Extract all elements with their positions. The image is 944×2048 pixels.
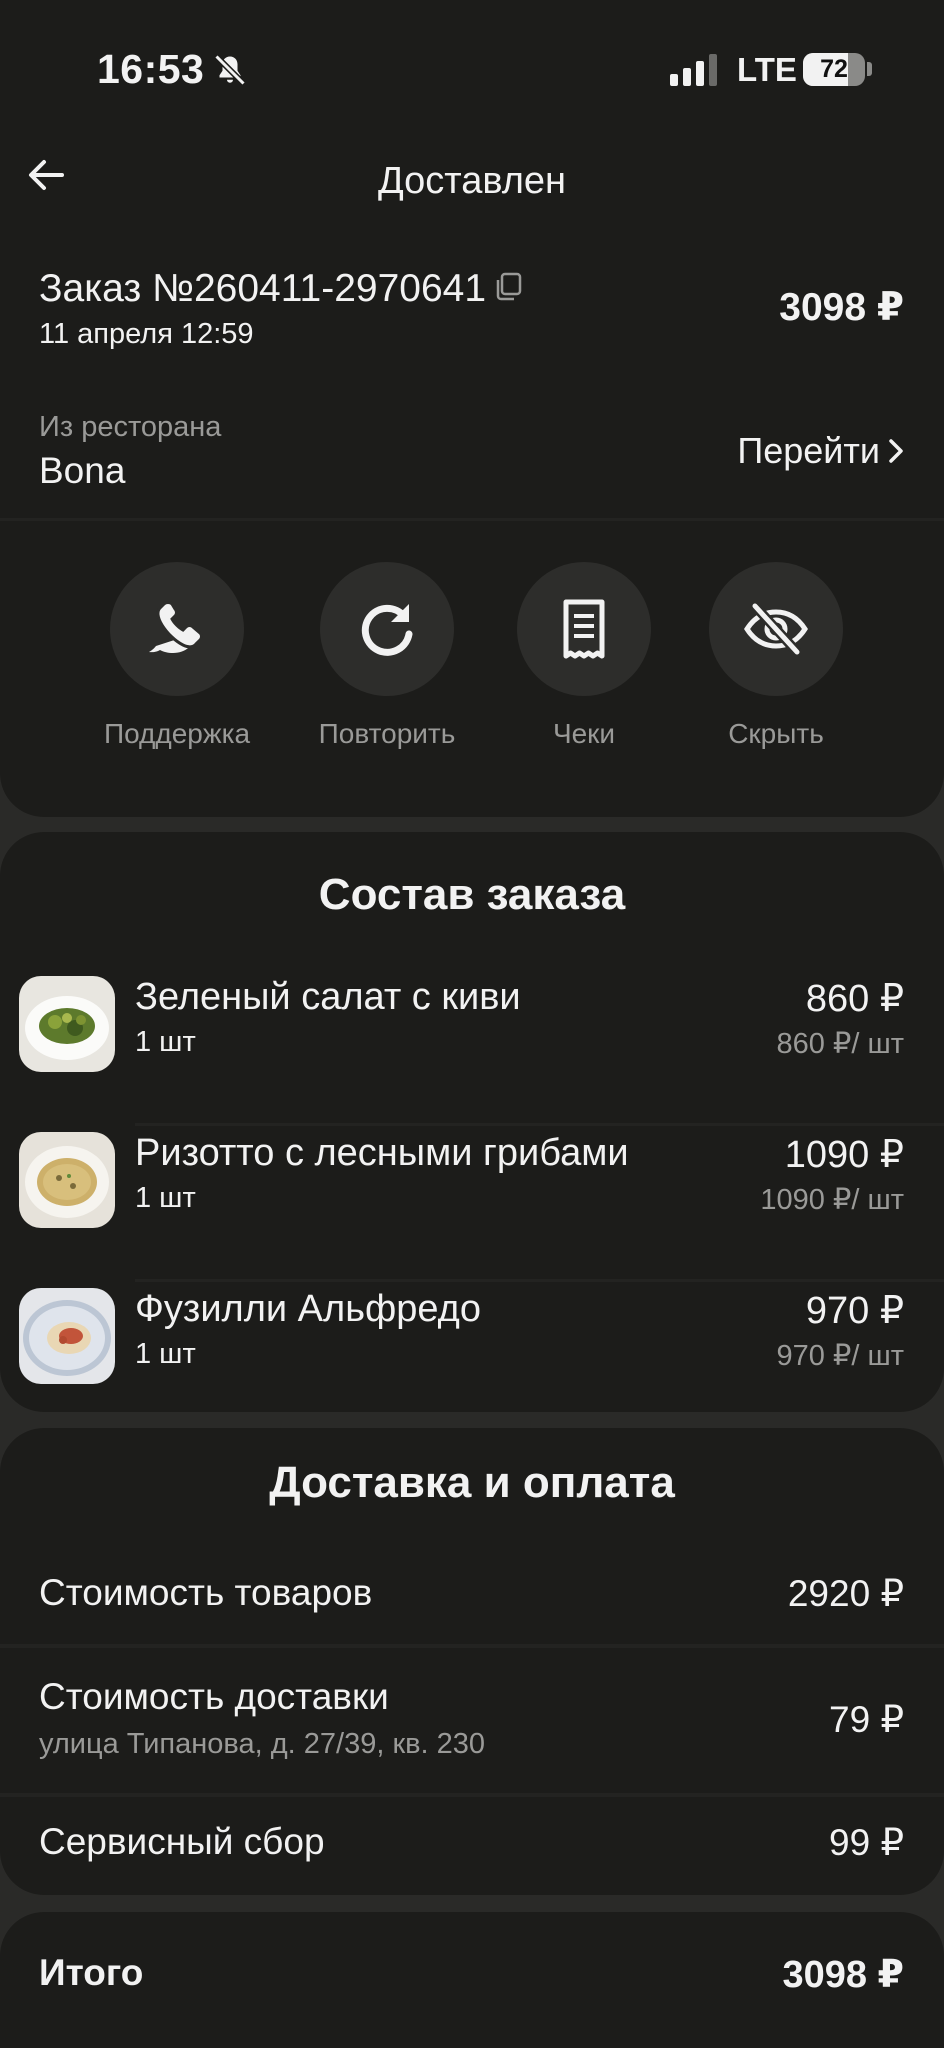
eye-off-icon xyxy=(744,602,808,656)
support-button[interactable]: Поддержка xyxy=(87,562,267,750)
service-fee-label: Сервисный сбор xyxy=(39,1821,325,1862)
receipts-label: Чеки xyxy=(552,718,616,749)
go-link-label: Перейти xyxy=(737,430,880,471)
repeat-icon xyxy=(361,604,413,656)
item-quantity: 1 шт xyxy=(135,1182,196,1214)
order-items-panel: Состав заказа Зеленый салат с киви 1 шт … xyxy=(0,832,944,1412)
total-value: 3098 ₽ xyxy=(782,1954,904,1996)
receipts-button[interactable]: Чеки xyxy=(494,562,674,750)
support-label: Поддержка xyxy=(103,718,251,749)
delivery-cost-value: 79 ₽ xyxy=(829,1699,904,1740)
receipt-icon xyxy=(563,599,605,659)
row-divider xyxy=(135,1123,944,1126)
salad-thumbnail xyxy=(19,976,115,1072)
delivery-payment-panel: Доставка и оплата Стоимость товаров 2920… xyxy=(0,1428,944,1895)
item-price: 970 ₽ xyxy=(805,1290,904,1332)
status-time: 16:53 xyxy=(97,46,205,92)
repeat-order-button[interactable]: Повторить xyxy=(297,562,477,750)
list-item[interactable]: Зеленый салат с киви 1 шт 860 ₽ 860 ₽/ ш… xyxy=(0,976,944,1126)
bell-muted-icon xyxy=(214,54,246,86)
row-divider xyxy=(0,1644,944,1648)
row-divider xyxy=(0,1793,944,1797)
list-item[interactable]: Ризотто с лесными грибами 1 шт 1090 ₽ 10… xyxy=(0,1132,944,1282)
item-unit-price: 1090 ₽/ шт xyxy=(760,1184,904,1216)
total-label: Итого xyxy=(39,1952,144,1993)
phone-chat-icon xyxy=(149,601,203,653)
chevron-right-icon xyxy=(889,439,903,463)
battery-level: 72 xyxy=(820,55,848,83)
repeat-label: Повторить xyxy=(318,718,456,749)
hide-button-circle xyxy=(709,562,843,696)
page-title: Доставлен xyxy=(377,160,566,202)
restaurant-label: Из ресторана xyxy=(39,411,222,443)
item-name: Ризотто с лесными грибами xyxy=(135,1132,629,1174)
item-quantity: 1 шт xyxy=(135,1026,196,1058)
goods-cost-value: 2920 ₽ xyxy=(787,1573,904,1614)
cellular-signal-icon xyxy=(670,54,717,86)
item-unit-price: 970 ₽/ шт xyxy=(776,1340,904,1372)
order-date: 11 апреля 12:59 xyxy=(39,318,254,350)
payment-section-title: Доставка и оплата xyxy=(269,1458,675,1507)
support-button-circle xyxy=(110,562,244,696)
battery-terminal xyxy=(867,62,872,76)
copy-icon[interactable] xyxy=(492,270,526,304)
total-panel: Итого 3098 ₽ xyxy=(0,1912,944,2048)
goods-cost-label: Стоимость товаров xyxy=(39,1572,373,1613)
items-section-title: Состав заказа xyxy=(318,870,626,919)
restaurant-name: Bona xyxy=(39,450,126,491)
item-name: Зеленый салат с киви xyxy=(135,976,521,1018)
receipts-button-circle xyxy=(517,562,651,696)
item-name: Фузилли Альфредо xyxy=(135,1288,481,1330)
section-divider xyxy=(0,518,944,521)
order-total: 3098 ₽ xyxy=(779,286,904,329)
list-item[interactable]: Фузилли Альфредо 1 шт 970 ₽ 970 ₽/ шт xyxy=(0,1288,944,1438)
pasta-thumbnail xyxy=(19,1288,115,1384)
risotto-thumbnail xyxy=(19,1132,115,1228)
order-number: Заказ №260411-2970641 xyxy=(39,267,487,310)
hide-label: Скрыть xyxy=(728,718,824,749)
hide-order-button[interactable]: Скрыть xyxy=(686,562,866,750)
item-price: 1090 ₽ xyxy=(784,1134,904,1176)
service-fee-value: 99 ₽ xyxy=(829,1822,904,1863)
order-header-panel: 16:53 LTE 72 Доставлен Заказ №260411-297… xyxy=(0,0,944,817)
row-divider xyxy=(135,1279,944,1282)
delivery-address: улица Типанова, д. 27/39, кв. 230 xyxy=(39,1728,486,1760)
repeat-button-circle xyxy=(320,562,454,696)
network-type: LTE xyxy=(737,51,797,88)
item-quantity: 1 шт xyxy=(135,1338,196,1370)
item-price: 860 ₽ xyxy=(805,978,904,1020)
go-to-restaurant-link[interactable]: Перейти xyxy=(737,430,908,472)
delivery-cost-label: Стоимость доставки xyxy=(39,1676,389,1717)
battery-icon: 72 xyxy=(803,53,865,86)
item-unit-price: 860 ₽/ шт xyxy=(776,1028,904,1060)
